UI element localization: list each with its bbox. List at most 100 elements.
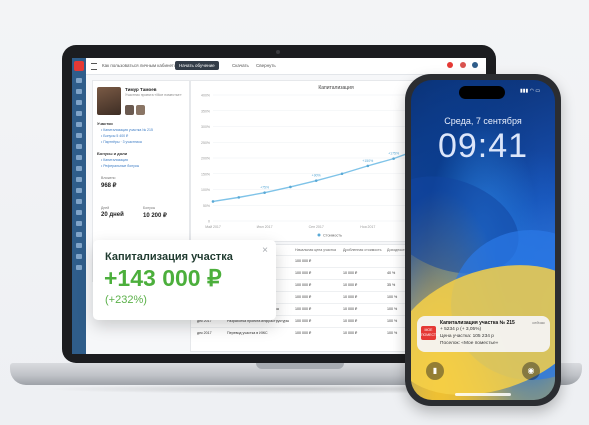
data-point <box>340 172 344 176</box>
x-tick-label: Сен 2017 <box>309 225 324 229</box>
sidebar-item-video-icon[interactable] <box>76 254 82 259</box>
sidebar-item-docs-icon[interactable] <box>76 133 82 138</box>
sidebar-item-wallet-icon[interactable] <box>76 122 82 127</box>
col-header: Начальная цена участка <box>295 248 337 252</box>
bookmark-icon[interactable] <box>459 62 466 68</box>
x-tick-label: Ноя 2017 <box>360 225 375 229</box>
table-cell: 100 % <box>387 319 398 323</box>
section-bonuses: Бонусы и доли <box>97 151 128 156</box>
legend-label: Стоимость <box>323 234 342 238</box>
notification[interactable]: МОЕ ПОМЕСТЬЕ Капитализация участка № 215… <box>417 316 550 352</box>
menu-icon[interactable] <box>91 63 97 70</box>
days-value: 20 дней <box>101 212 124 218</box>
sidebar-item-settings-icon[interactable] <box>76 199 82 204</box>
x-tick-label: Июл 2017 <box>257 225 273 229</box>
table-cell: 10 000 ₽ <box>343 295 358 299</box>
scene: Как пользоваться личным кабинетом Начать… <box>0 0 589 425</box>
sidebar-item-shop-icon[interactable] <box>76 232 82 237</box>
y-tick-label: 200% <box>201 157 210 161</box>
start-tutorial-button[interactable]: Начать обучение <box>175 61 219 70</box>
profile-link[interactable]: • Партнёры · 3 участника <box>101 140 142 144</box>
sidebar-item-calendar-icon[interactable] <box>76 166 82 171</box>
sidebar-item-profile-icon[interactable] <box>76 89 82 94</box>
sidebar-item-chat-icon[interactable] <box>76 221 82 226</box>
table-cell: 100 000 ₽ <box>295 271 312 275</box>
table-cell: 100 000 ₽ <box>295 283 312 287</box>
x-tick-label: Май 2017 <box>205 225 221 229</box>
profile-link[interactable]: • Реферальные бонусы <box>101 164 139 168</box>
table-cell: 35 % <box>387 283 396 287</box>
table-cell: 100 % <box>387 331 398 335</box>
table-cell: 10 000 ₽ <box>343 319 358 323</box>
sidebar-item-chart-icon[interactable] <box>76 111 82 116</box>
section-participants: Участки <box>97 121 113 126</box>
profile-link[interactable]: • Капитализация участка № 215 <box>101 128 153 132</box>
table-cell: 100 000 ₽ <box>295 295 312 299</box>
data-point <box>211 200 215 203</box>
sidebar-item-gift-icon[interactable] <box>76 243 82 248</box>
sidebar-item-map-icon[interactable] <box>76 155 82 160</box>
profile-name: Тимур Тамоев <box>125 87 157 92</box>
table-cell: 100 000 ₽ <box>295 259 312 263</box>
data-point <box>314 179 318 182</box>
card-title: Капитализация участка <box>105 251 233 263</box>
profile-link[interactable]: • Капитализация <box>101 158 128 162</box>
table-cell: 10 000 ₽ <box>343 271 358 275</box>
camera-icon[interactable]: ◉ <box>522 362 540 380</box>
notification-icon[interactable] <box>447 62 454 68</box>
table-cell: 10 000 ₽ <box>343 307 358 311</box>
profile-link[interactable]: • Бонусы 5 400 ₽ <box>101 134 128 138</box>
y-tick-label: 350% <box>201 109 210 113</box>
notification-time: сейчас <box>532 320 545 325</box>
close-icon[interactable]: × <box>262 245 268 256</box>
invested-value: 968 ₽ <box>101 183 117 189</box>
user-icon[interactable] <box>472 62 478 68</box>
table-cell: 10 000 ₽ <box>343 331 358 335</box>
col-header: Доходность <box>387 248 407 252</box>
invested-label: Вложено <box>101 176 116 180</box>
sidebar-item-help-icon[interactable] <box>76 210 82 215</box>
home-indicator[interactable] <box>455 393 511 396</box>
data-point <box>289 185 292 189</box>
days-label: Дней <box>101 206 110 210</box>
y-tick-label: 100% <box>201 188 210 192</box>
capitalization-card: Капитализация участка × +143 000 ₽ (+232… <box>93 240 276 320</box>
download-link[interactable]: Скачать <box>232 63 249 68</box>
notification-line: Цена участка: 105 234 р <box>440 334 494 339</box>
topbar-hint: Как пользоваться личным кабинетом <box>102 63 180 68</box>
sidebar-item-home-icon[interactable] <box>76 78 82 83</box>
data-label: +75% <box>260 186 269 190</box>
y-tick-label: 300% <box>201 125 210 129</box>
col-header: Дробленная стоимость <box>343 248 382 252</box>
table-cell: 100 % <box>387 307 398 311</box>
table-cell: 100 000 ₽ <box>295 307 312 311</box>
sidebar-item-logout-icon[interactable] <box>76 265 82 270</box>
profile-subtitle: Участник проекта «Мое поместье» <box>125 93 182 97</box>
data-point <box>263 191 266 194</box>
table-cell: дек 2017 <box>197 331 212 335</box>
lock-date: Среда, 7 сентября <box>444 116 522 126</box>
flashlight-icon[interactable]: ▮ <box>426 362 444 380</box>
lock-time: 09:41 <box>437 127 529 165</box>
sidebar-item-bonus-icon[interactable] <box>76 188 82 193</box>
avatar <box>97 87 121 115</box>
y-tick-label: 150% <box>201 172 210 176</box>
sidebar-item-plots-icon[interactable] <box>76 100 82 105</box>
status-icons: ▮▮▮ ◠ ▭ <box>520 88 541 94</box>
table-cell: 100 000 ₽ <box>295 331 312 335</box>
app-logo[interactable] <box>74 61 84 71</box>
card-value: +143 000 ₽ <box>104 265 222 291</box>
app-sidebar <box>72 58 86 354</box>
topbar-icons <box>442 62 478 69</box>
sidebar-item-partners-icon[interactable] <box>76 177 82 182</box>
table-cell: 100 % <box>387 295 398 299</box>
sidebar-item-news-icon[interactable] <box>76 144 82 149</box>
collapse-link[interactable]: Свернуть <box>256 63 276 68</box>
avatar-small-2 <box>136 105 145 115</box>
notification-line: Поселок: «Мое поместье» <box>440 341 499 346</box>
data-label: +90% <box>312 174 321 178</box>
y-tick-label: 50% <box>203 204 210 208</box>
table-cell: 10 000 ₽ <box>343 283 358 287</box>
data-point <box>392 157 395 160</box>
laptop-notch <box>256 363 344 369</box>
